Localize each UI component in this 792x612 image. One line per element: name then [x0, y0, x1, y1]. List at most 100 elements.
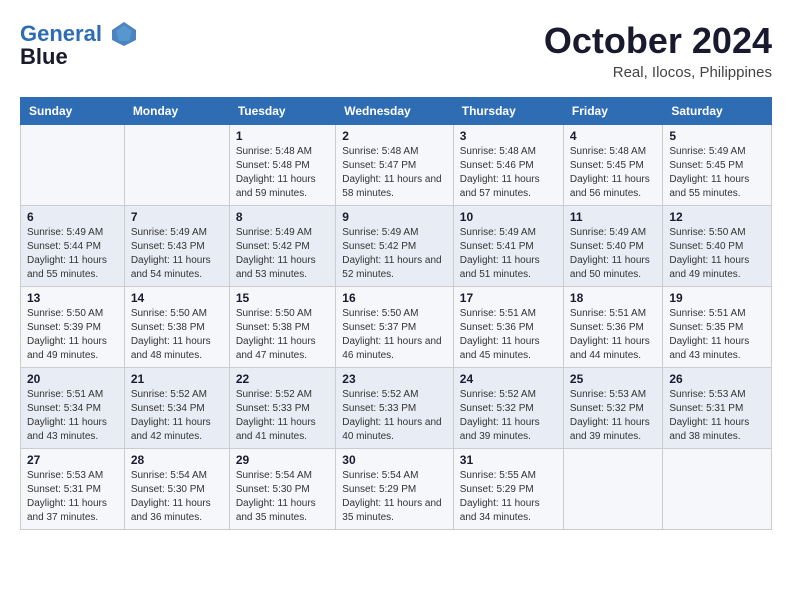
day-number: 15	[236, 291, 329, 305]
calendar-cell: 11Sunrise: 5:49 AMSunset: 5:40 PMDayligh…	[563, 206, 662, 287]
day-number: 16	[342, 291, 447, 305]
day-number: 9	[342, 210, 447, 224]
day-info: Sunrise: 5:51 AMSunset: 5:36 PMDaylight:…	[570, 307, 656, 363]
day-info: Sunrise: 5:53 AMSunset: 5:31 PMDaylight:…	[27, 469, 118, 525]
calendar-cell: 28 Sunrise: 5:54 AMSunset: 5:30 PMDayligh…	[124, 449, 229, 530]
calendar-week-5: 27 Sunrise: 5:53 AMSunset: 5:31 PMDayligh…	[21, 449, 772, 530]
day-number: 5	[669, 129, 765, 143]
title-block: October 2024 Real, Ilocos, Philippines	[544, 20, 772, 81]
day-header-saturday: Saturday	[663, 98, 772, 125]
day-number: 14	[131, 291, 223, 305]
calendar-cell: 8Sunrise: 5:49 AMSunset: 5:42 PMDaylight…	[229, 206, 335, 287]
month-title: October 2024	[544, 20, 772, 62]
calendar-week-4: 20 Sunrise: 5:51 AMSunset: 5:34 PMDayligh…	[21, 368, 772, 449]
day-info: Sunrise: 5:48 AMSunset: 5:46 PMDaylight:…	[460, 145, 557, 201]
calendar-cell: 3 Sunrise: 5:48 AMSunset: 5:46 PMDaylight…	[453, 125, 563, 206]
calendar-cell: 6 Sunrise: 5:49 AMSunset: 5:44 PMDaylight…	[21, 206, 125, 287]
page-header: General Blue October 2024 Real, Ilocos, …	[20, 20, 772, 81]
day-info: Sunrise: 5:50 AMSunset: 5:38 PMDaylight:…	[236, 307, 329, 363]
calendar-cell: 7 Sunrise: 5:49 AMSunset: 5:43 PMDaylight…	[124, 206, 229, 287]
calendar-cell: 9Sunrise: 5:49 AMSunset: 5:42 PMDaylight…	[336, 206, 454, 287]
calendar-cell: 13Sunrise: 5:50 AMSunset: 5:39 PMDayligh…	[21, 287, 125, 368]
day-header-thursday: Thursday	[453, 98, 563, 125]
location: Real, Ilocos, Philippines	[544, 64, 772, 81]
day-info: Sunrise: 5:55 AMSunset: 5:29 PMDaylight:…	[460, 469, 557, 525]
day-info: Sunrise: 5:49 AMSunset: 5:45 PMDaylight:…	[669, 145, 765, 201]
calendar-cell: 17 Sunrise: 5:51 AMSunset: 5:36 PMDayligh…	[453, 287, 563, 368]
calendar-cell: 27 Sunrise: 5:53 AMSunset: 5:31 PMDayligh…	[21, 449, 125, 530]
calendar-cell: 12 Sunrise: 5:50 AMSunset: 5:40 PMDayligh…	[663, 206, 772, 287]
day-number: 30	[342, 453, 447, 467]
calendar-cell: 5 Sunrise: 5:49 AMSunset: 5:45 PMDaylight…	[663, 125, 772, 206]
calendar-cell	[124, 125, 229, 206]
day-info: Sunrise: 5:48 AMSunset: 5:47 PMDaylight:…	[342, 145, 447, 201]
day-number: 28	[131, 453, 223, 467]
day-info: Sunrise: 5:53 AMSunset: 5:31 PMDaylight:…	[669, 388, 765, 444]
day-info: Sunrise: 5:52 AMSunset: 5:33 PMDaylight:…	[236, 388, 329, 444]
day-info: Sunrise: 5:53 AMSunset: 5:32 PMDaylight:…	[570, 388, 656, 444]
day-number: 29	[236, 453, 329, 467]
calendar-cell: 20 Sunrise: 5:51 AMSunset: 5:34 PMDayligh…	[21, 368, 125, 449]
calendar-cell: 22 Sunrise: 5:52 AMSunset: 5:33 PMDayligh…	[229, 368, 335, 449]
day-info: Sunrise: 5:52 AMSunset: 5:33 PMDaylight:…	[342, 388, 447, 444]
day-info: Sunrise: 5:49 AMSunset: 5:42 PMDaylight:…	[236, 226, 329, 282]
calendar-cell: 29 Sunrise: 5:54 AMSunset: 5:30 PMDayligh…	[229, 449, 335, 530]
day-info: Sunrise: 5:49 AMSunset: 5:43 PMDaylight:…	[131, 226, 223, 282]
calendar-table: SundayMondayTuesdayWednesdayThursdayFrid…	[20, 97, 772, 530]
calendar-cell: 14Sunrise: 5:50 AMSunset: 5:38 PMDayligh…	[124, 287, 229, 368]
day-info: Sunrise: 5:54 AMSunset: 5:29 PMDaylight:…	[342, 469, 447, 525]
day-info: Sunrise: 5:50 AMSunset: 5:40 PMDaylight:…	[669, 226, 765, 282]
day-number: 26	[669, 372, 765, 386]
day-number: 22	[236, 372, 329, 386]
day-info: Sunrise: 5:51 AMSunset: 5:34 PMDaylight:…	[27, 388, 118, 444]
day-header-monday: Monday	[124, 98, 229, 125]
day-number: 3	[460, 129, 557, 143]
day-number: 25	[570, 372, 656, 386]
day-info: Sunrise: 5:52 AMSunset: 5:34 PMDaylight:…	[131, 388, 223, 444]
day-number: 4	[570, 129, 656, 143]
day-info: Sunrise: 5:48 AMSunset: 5:48 PMDaylight:…	[236, 145, 329, 201]
day-number: 18	[570, 291, 656, 305]
day-number: 10	[460, 210, 557, 224]
calendar-cell: 26 Sunrise: 5:53 AMSunset: 5:31 PMDayligh…	[663, 368, 772, 449]
day-number: 19	[669, 291, 765, 305]
calendar-cell: 31Sunrise: 5:55 AMSunset: 5:29 PMDayligh…	[453, 449, 563, 530]
day-info: Sunrise: 5:54 AMSunset: 5:30 PMDaylight:…	[131, 469, 223, 525]
day-info: Sunrise: 5:50 AMSunset: 5:39 PMDaylight:…	[27, 307, 118, 363]
calendar-header-row: SundayMondayTuesdayWednesdayThursdayFrid…	[21, 98, 772, 125]
day-number: 7	[131, 210, 223, 224]
calendar-cell	[563, 449, 662, 530]
day-info: Sunrise: 5:49 AMSunset: 5:41 PMDaylight:…	[460, 226, 557, 282]
day-number: 20	[27, 372, 118, 386]
day-info: Sunrise: 5:50 AMSunset: 5:37 PMDaylight:…	[342, 307, 447, 363]
day-number: 12	[669, 210, 765, 224]
day-number: 24	[460, 372, 557, 386]
day-info: Sunrise: 5:51 AMSunset: 5:36 PMDaylight:…	[460, 307, 557, 363]
day-number: 6	[27, 210, 118, 224]
calendar-cell: 24Sunrise: 5:52 AMSunset: 5:32 PMDayligh…	[453, 368, 563, 449]
calendar-week-2: 6 Sunrise: 5:49 AMSunset: 5:44 PMDaylight…	[21, 206, 772, 287]
day-number: 11	[570, 210, 656, 224]
calendar-cell: 10 Sunrise: 5:49 AMSunset: 5:41 PMDayligh…	[453, 206, 563, 287]
day-number: 17	[460, 291, 557, 305]
logo: General Blue	[20, 20, 138, 68]
calendar-cell: 2 Sunrise: 5:48 AMSunset: 5:47 PMDaylight…	[336, 125, 454, 206]
calendar-cell: 1 Sunrise: 5:48 AMSunset: 5:48 PMDaylight…	[229, 125, 335, 206]
day-number: 1	[236, 129, 329, 143]
calendar-week-1: 1 Sunrise: 5:48 AMSunset: 5:48 PMDaylight…	[21, 125, 772, 206]
calendar-cell	[663, 449, 772, 530]
day-number: 23	[342, 372, 447, 386]
day-info: Sunrise: 5:54 AMSunset: 5:30 PMDaylight:…	[236, 469, 329, 525]
day-info: Sunrise: 5:48 AMSunset: 5:45 PMDaylight:…	[570, 145, 656, 201]
calendar-body: 1 Sunrise: 5:48 AMSunset: 5:48 PMDaylight…	[21, 125, 772, 530]
day-header-friday: Friday	[563, 98, 662, 125]
day-info: Sunrise: 5:51 AMSunset: 5:35 PMDaylight:…	[669, 307, 765, 363]
logo-icon	[110, 20, 138, 48]
calendar-cell: 4 Sunrise: 5:48 AMSunset: 5:45 PMDaylight…	[563, 125, 662, 206]
day-number: 27	[27, 453, 118, 467]
day-number: 2	[342, 129, 447, 143]
day-number: 21	[131, 372, 223, 386]
day-header-sunday: Sunday	[21, 98, 125, 125]
day-info: Sunrise: 5:49 AMSunset: 5:44 PMDaylight:…	[27, 226, 118, 282]
calendar-week-3: 13Sunrise: 5:50 AMSunset: 5:39 PMDayligh…	[21, 287, 772, 368]
